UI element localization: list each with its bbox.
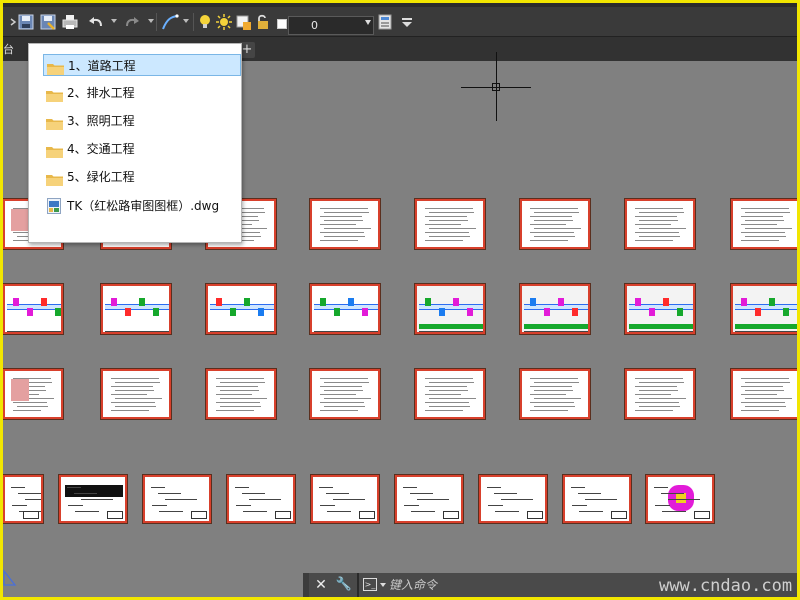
layout-thumbnail[interactable] [206, 369, 276, 419]
layout-thumbnail[interactable] [310, 199, 380, 249]
command-line-divider [357, 573, 359, 597]
sun-icon[interactable] [215, 13, 233, 31]
folder-list-item[interactable]: 5、绿化工程 [43, 166, 241, 188]
layer-properties-icon[interactable] [376, 13, 394, 31]
layout-thumbnail[interactable] [3, 475, 43, 523]
drawing-tab[interactable]: 台 [3, 41, 23, 59]
layer-color-swatch [277, 19, 287, 29]
command-history-dropdown-icon[interactable] [380, 583, 386, 587]
layout-thumbnail[interactable] [101, 284, 171, 334]
layout-thumbnail[interactable] [3, 369, 63, 419]
folder-icon [46, 87, 63, 102]
toolbar-separator [156, 13, 157, 31]
layout-thumbnail[interactable] [311, 475, 379, 523]
layer-dropdown-arrow-icon[interactable] [365, 20, 371, 25]
layout-thumbnail[interactable] [415, 199, 485, 249]
layout-thumbnail[interactable] [563, 475, 631, 523]
layout-thumbnail[interactable] [310, 284, 380, 334]
layout-thumbnail[interactable] [731, 369, 797, 419]
polyline-icon[interactable] [161, 13, 179, 31]
layout-thumbnail[interactable] [625, 284, 695, 334]
list-item-label: 3、照明工程 [67, 114, 135, 128]
lock-icon[interactable] [254, 13, 272, 31]
quick-access-toolbar: 0 [3, 7, 797, 37]
folder-list-item[interactable]: 3、照明工程 [43, 110, 241, 132]
layout-thumbnail[interactable] [415, 284, 485, 334]
layout-thumbnail[interactable] [206, 284, 276, 334]
polyline-dropdown-icon[interactable] [183, 19, 189, 23]
layout-thumbnail[interactable] [479, 475, 547, 523]
folder-list-item[interactable]: 1、道路工程 [43, 54, 241, 76]
command-prompt-icon[interactable]: >_ [363, 578, 377, 591]
undo-icon[interactable] [87, 13, 105, 31]
file-navigation-dropdown: 1、道路工程 2、排水工程 3、照明工程 4、交通工程 5、绿化工程 TK（红松路审图图框… [28, 43, 242, 243]
autocad-window: 0 台 + 1、道路工程 2、排水工程 3、照明工程 4、交通工程 5、绿化工程 TK（红… [3, 3, 797, 597]
folder-icon [47, 60, 64, 75]
list-item-label: 2、排水工程 [67, 86, 135, 100]
layout-thumbnail[interactable] [59, 475, 127, 523]
redo-dropdown-icon[interactable] [148, 19, 154, 23]
watermark-text: www.cndao.com [659, 576, 793, 596]
toolbar-overflow-icon[interactable] [5, 13, 17, 31]
folder-icon [46, 143, 63, 158]
save-icon[interactable] [17, 13, 35, 31]
layout-thumbnail[interactable] [731, 199, 797, 249]
current-layer-value: 0 [311, 19, 318, 32]
layout-thumbnail[interactable] [646, 475, 714, 523]
layout-thumbnail[interactable] [625, 199, 695, 249]
layout-thumbnail[interactable] [310, 369, 380, 419]
layout-thumbnail[interactable] [227, 475, 295, 523]
layout-thumbnail[interactable] [395, 475, 463, 523]
list-item-label: 4、交通工程 [67, 142, 135, 156]
bulb-icon[interactable] [196, 13, 214, 31]
command-line-grip[interactable] [303, 573, 309, 597]
layout-thumbnail[interactable] [415, 369, 485, 419]
undo-dropdown-icon[interactable] [111, 19, 117, 23]
wrench-icon[interactable]: 🔧 [335, 576, 353, 594]
layout-thumbnail[interactable] [3, 284, 63, 334]
customize-icon[interactable] [398, 13, 416, 31]
layout-thumbnail[interactable] [101, 369, 171, 419]
toolbar-separator [193, 13, 194, 31]
layout-thumbnail[interactable] [625, 369, 695, 419]
layout-thumbnail[interactable] [143, 475, 211, 523]
redo-icon[interactable] [123, 13, 141, 31]
file-list-item[interactable]: TK（红松路审图图框）.dwg [43, 195, 241, 217]
layer-dropdown[interactable]: 0 [288, 16, 374, 35]
list-item-label: 1、道路工程 [68, 59, 136, 73]
layout-thumbnail[interactable] [520, 199, 590, 249]
print-icon[interactable] [61, 13, 79, 31]
folder-list-item[interactable]: 4、交通工程 [43, 138, 241, 160]
list-item-label: 5、绿化工程 [67, 170, 135, 184]
layer-state-icon[interactable] [235, 13, 253, 31]
folder-icon [46, 171, 63, 186]
layout-thumbnail[interactable] [731, 284, 797, 334]
dwg-file-icon [47, 198, 61, 214]
save-as-icon[interactable] [39, 13, 57, 31]
layout-thumbnail[interactable] [520, 284, 590, 334]
folder-list-item[interactable]: 2、排水工程 [43, 82, 241, 104]
close-icon[interactable]: ✕ [313, 576, 329, 594]
layout-thumbnail[interactable] [520, 369, 590, 419]
list-item-label: TK（红松路审图图框）.dwg [67, 199, 220, 213]
folder-icon [46, 115, 63, 130]
ucs-icon [3, 563, 17, 589]
crosshair-pickbox [492, 83, 500, 91]
command-input[interactable] [389, 573, 649, 597]
